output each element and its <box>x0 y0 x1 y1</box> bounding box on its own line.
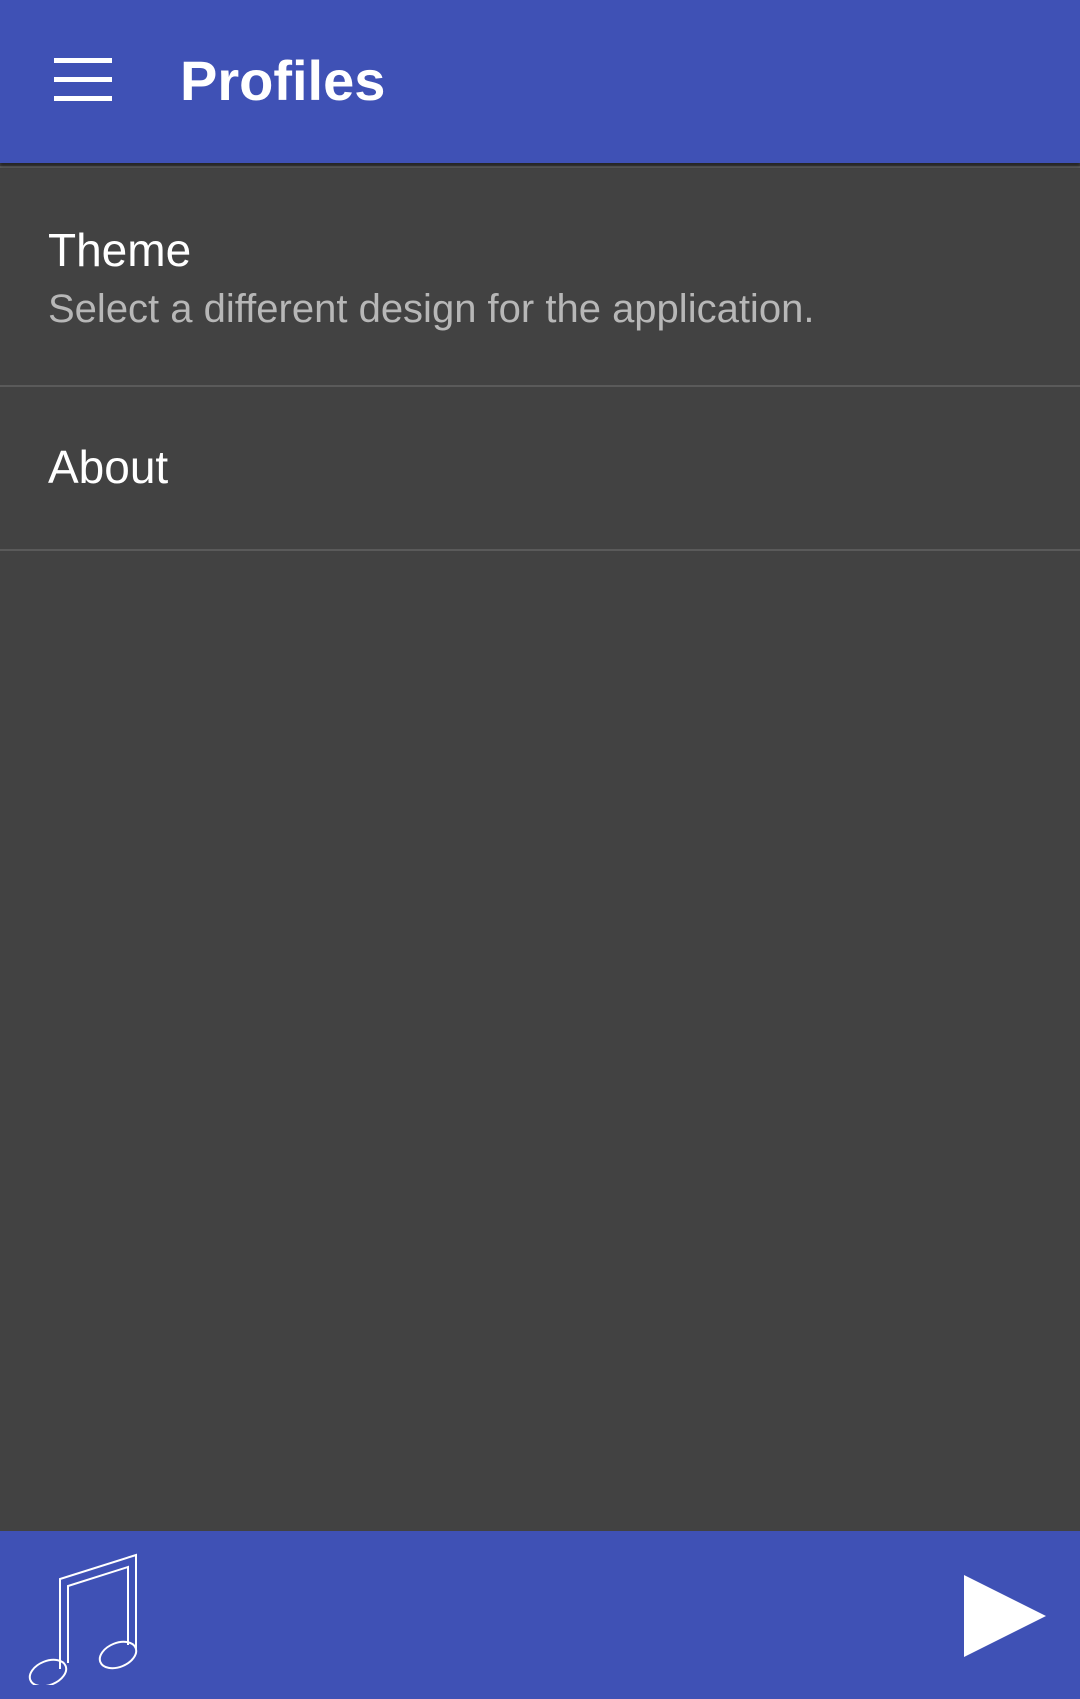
play-icon[interactable] <box>960 1571 1050 1661</box>
settings-item-theme[interactable]: Theme Select a different design for the … <box>0 166 1080 385</box>
app-toolbar: Profiles <box>0 0 1080 163</box>
app-root: Profiles Theme Select a different design… <box>0 0 1080 1699</box>
settings-item-summary: Select a different design for the applic… <box>48 287 815 331</box>
settings-list: Theme Select a different design for the … <box>0 166 1080 551</box>
music-note-icon <box>28 1553 138 1685</box>
settings-item-about[interactable]: About <box>0 385 1080 549</box>
settings-item-title: Theme <box>48 224 192 276</box>
page-title: Profiles <box>180 49 386 112</box>
list-divider <box>0 549 1080 551</box>
hamburger-menu-icon <box>54 58 112 101</box>
settings-item-title: About <box>48 441 169 493</box>
menu-button[interactable] <box>40 40 128 120</box>
now-playing-bar[interactable] <box>0 1531 1080 1699</box>
